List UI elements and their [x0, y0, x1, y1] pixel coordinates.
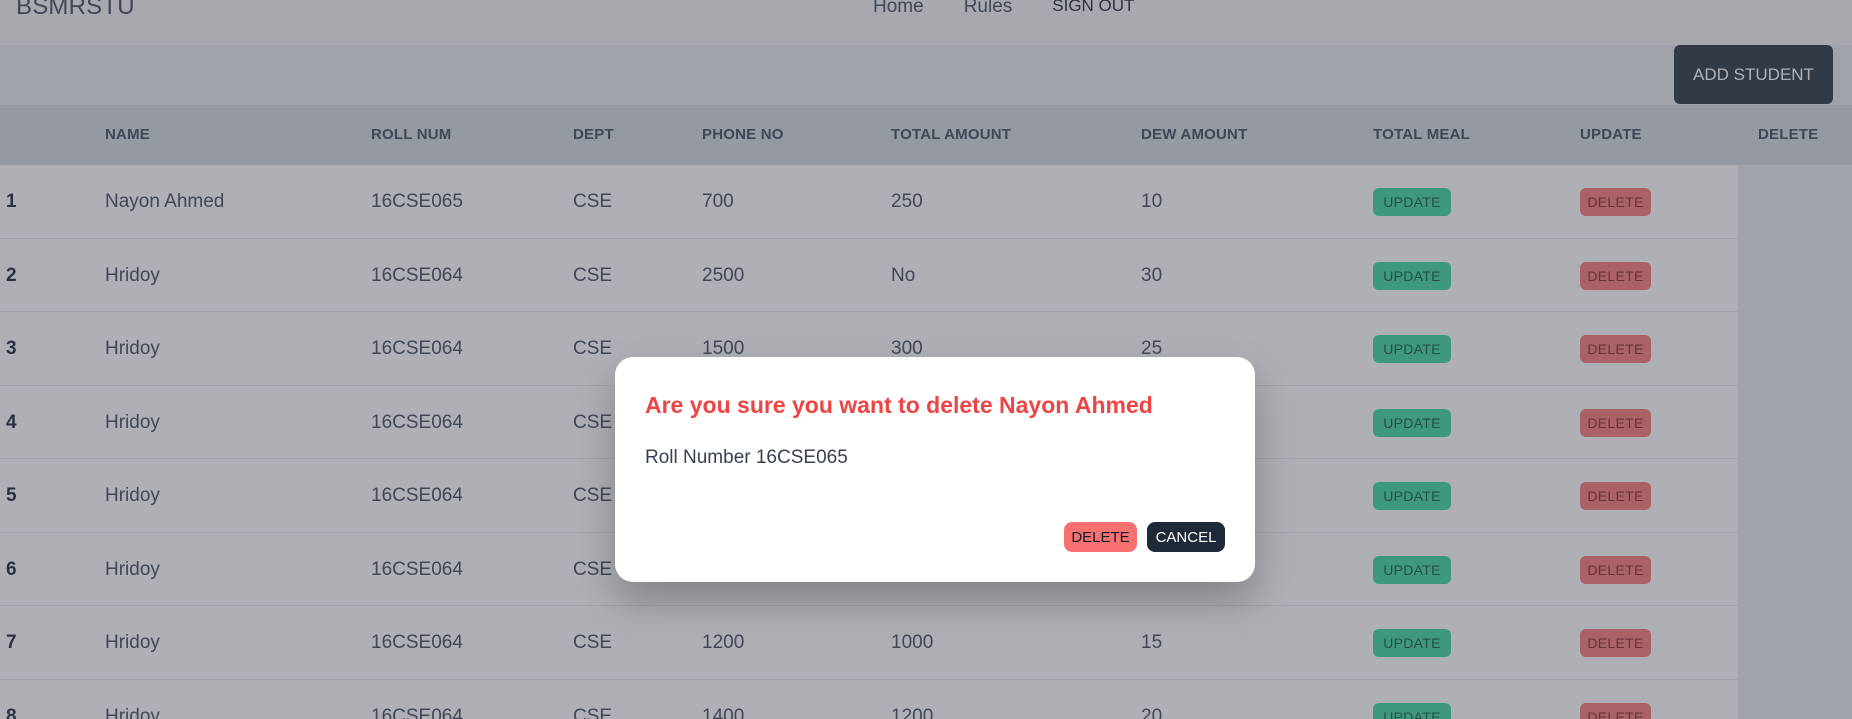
confirm-delete-button[interactable]: DELETE	[1064, 522, 1137, 552]
dialog-title: Are you sure you want to delete Nayon Ah…	[645, 392, 1153, 418]
cancel-button[interactable]: CANCEL	[1147, 522, 1225, 552]
dialog-body: Roll Number 16CSE065	[645, 447, 848, 468]
dialog-actions: DELETE CANCEL	[1064, 522, 1225, 552]
delete-confirm-dialog: Are you sure you want to delete Nayon Ah…	[615, 357, 1255, 582]
